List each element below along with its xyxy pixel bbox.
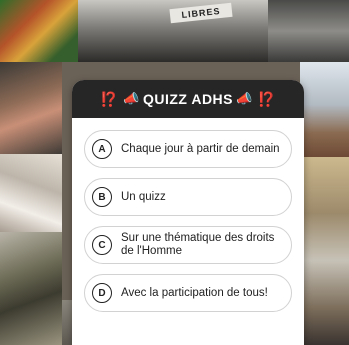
quiz-card: ⁉️ 📣 QUIZZ ADHS 📣 ⁉️ A Chaque jour à par… — [72, 80, 304, 345]
photo-soldiers — [0, 232, 62, 345]
option-text: Avec la participation de tous! — [121, 286, 268, 299]
quiz-option-b[interactable]: B Un quizz — [84, 178, 292, 216]
photo-flag — [0, 0, 78, 62]
protest-sign: LIBRES — [169, 2, 233, 24]
photo-handshake — [0, 154, 62, 232]
option-letter-badge: A — [92, 139, 112, 159]
quiz-options: A Chaque jour à partir de demain B Un qu… — [72, 118, 304, 312]
quiz-option-a[interactable]: A Chaque jour à partir de demain — [84, 130, 292, 168]
quiz-header: ⁉️ 📣 QUIZZ ADHS 📣 ⁉️ — [72, 80, 304, 118]
option-letter-badge: B — [92, 187, 112, 207]
option-letter-badge: C — [92, 235, 112, 255]
quiz-title: QUIZZ ADHS — [142, 91, 234, 107]
photo-fire — [300, 62, 349, 157]
exclamation-question-icon: ⁉️ — [100, 90, 119, 107]
photo-top-right — [268, 0, 349, 62]
megaphone-icon: 📣 — [123, 91, 140, 106]
photo-protest-crowd: LIBRES — [78, 0, 268, 62]
exclamation-question-icon: ⁉️ — [257, 90, 276, 107]
quiz-option-d[interactable]: D Avec la participation de tous! — [84, 274, 292, 312]
photo-march — [0, 62, 62, 154]
megaphone-icon: 📣 — [236, 91, 253, 106]
option-text: Sur une thématique des droits de l'Homme — [121, 232, 275, 257]
option-text: Chaque jour à partir de demain — [121, 142, 280, 155]
quiz-option-c[interactable]: C Sur une thématique des droits de l'Hom… — [84, 226, 292, 264]
option-text: Un quizz — [121, 190, 166, 203]
option-letter-badge: D — [92, 283, 112, 303]
photo-building — [300, 157, 349, 345]
